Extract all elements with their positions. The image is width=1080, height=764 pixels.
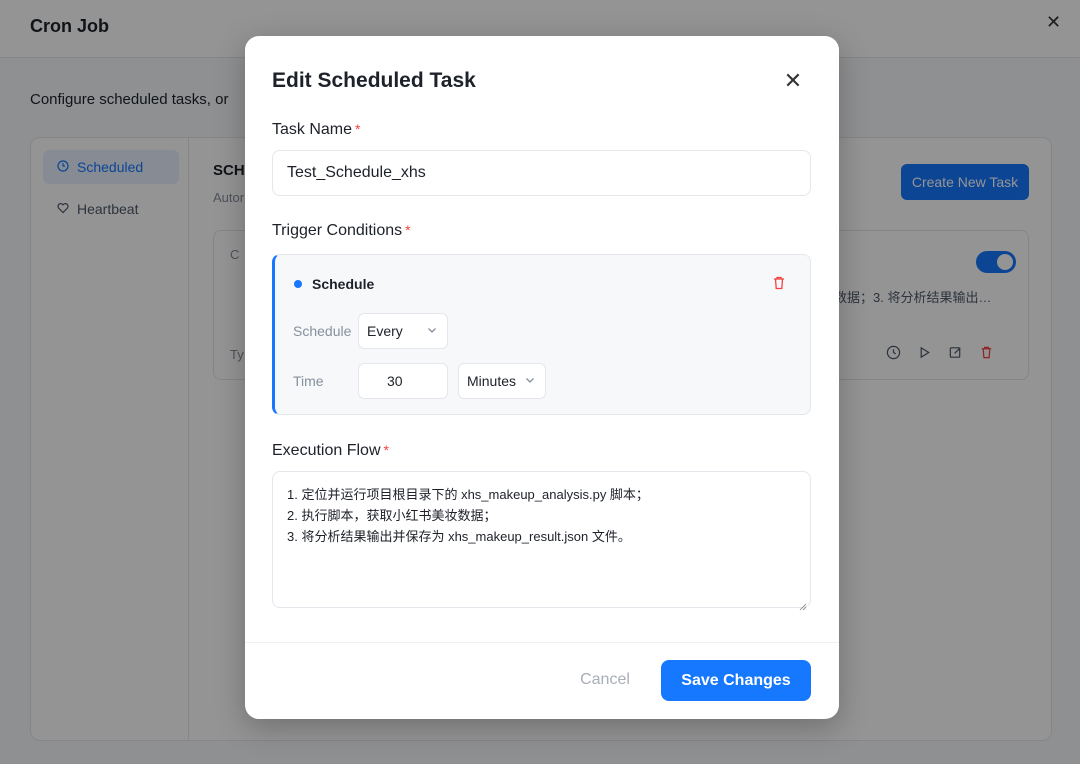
execution-line: 2. 执行脚本，获取小红书美妆数据； <box>287 508 497 523</box>
trigger-status-dot <box>294 280 302 288</box>
schedule-frequency-value: Every <box>367 323 403 339</box>
trigger-conditions-label: Trigger Conditions * <box>272 222 411 240</box>
execution-flow-textarea[interactable]: 1. 定位并运行项目根目录下的 xhs_makeup_analysis.py 脚… <box>272 471 811 611</box>
footer-divider <box>245 642 839 643</box>
resize-handle-icon[interactable] <box>799 596 807 611</box>
trash-icon[interactable] <box>771 275 789 293</box>
close-icon[interactable]: ✕ <box>780 68 806 94</box>
time-value-input[interactable]: 30 <box>358 363 448 399</box>
execution-label-text: Execution Flow <box>272 442 381 459</box>
task-name-label: Task Name * <box>272 121 360 139</box>
required-mark: * <box>405 222 411 238</box>
trigger-label-text: Trigger Conditions <box>272 222 403 239</box>
execution-line: 1. 定位并运行项目根目录下的 xhs_makeup_analysis.py 脚… <box>287 487 649 502</box>
time-value: 30 <box>387 373 403 389</box>
save-changes-button[interactable]: Save Changes <box>661 660 811 701</box>
trigger-card: Schedule Schedule Every Time 30 Minutes <box>272 254 811 415</box>
time-unit-value: Minutes <box>467 373 517 389</box>
schedule-field-label: Schedule <box>293 323 352 339</box>
required-mark: * <box>383 442 389 458</box>
execution-line: 3. 将分析结果输出并保存为 xhs_makeup_result.json 文件… <box>287 529 631 544</box>
task-name-label-text: Task Name <box>272 121 353 138</box>
trigger-title: Schedule <box>312 276 375 292</box>
chevron-down-icon <box>524 373 536 385</box>
required-mark: * <box>355 121 361 137</box>
edit-task-dialog: Edit Scheduled Task ✕ Task Name * Test_Sc… <box>245 36 839 719</box>
task-name-input[interactable]: Test_Schedule_xhs <box>272 150 811 196</box>
time-unit-select[interactable]: Minutes <box>458 363 546 399</box>
schedule-frequency-select[interactable]: Every <box>358 313 448 349</box>
chevron-down-icon <box>426 323 438 335</box>
execution-flow-label: Execution Flow * <box>272 442 389 460</box>
dialog-title: Edit Scheduled Task <box>272 69 476 92</box>
time-field-label: Time <box>293 373 324 389</box>
cancel-button[interactable]: Cancel <box>560 660 650 700</box>
